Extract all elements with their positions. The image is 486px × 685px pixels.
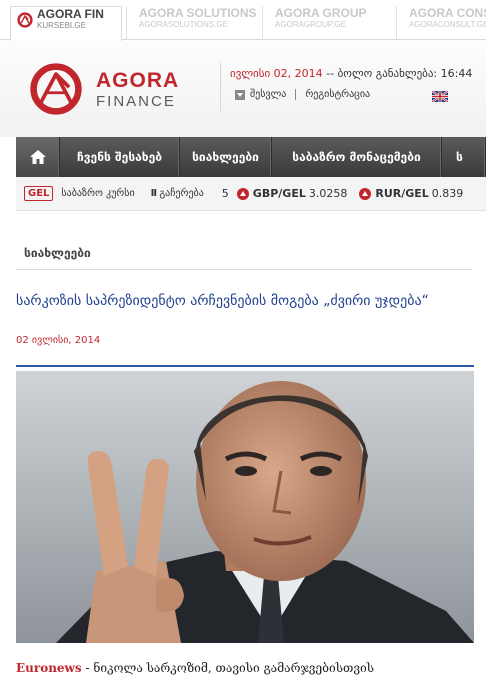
pause-label: გაჩერება xyxy=(159,188,204,199)
dropdown-icon[interactable] xyxy=(235,89,245,100)
rate-pair: GBP/GEL xyxy=(252,187,306,200)
nav-item-market-data[interactable]: საბაზრო მონაცემები xyxy=(272,137,442,177)
site-tab-name: AGORA CONSU xyxy=(409,6,486,20)
nav-item-more[interactable]: ს xyxy=(442,137,486,177)
pause-button[interactable]: II გაჩერება xyxy=(151,188,204,199)
site-tab-name: AGORA FIN xyxy=(37,7,104,21)
agora-logo-icon[interactable] xyxy=(28,61,84,117)
site-tab-name: AGORA GROUP xyxy=(275,6,367,20)
date-line: ივლისი 02, 2014 -- ბოლო განახლება: 16:44 xyxy=(230,67,472,80)
updated-time: 16:44 xyxy=(440,67,473,80)
uk-flag-icon[interactable] xyxy=(432,91,448,102)
rate-value: 0.839 xyxy=(431,187,464,200)
home-icon xyxy=(29,150,46,164)
nav-item-about[interactable]: ჩვენს შესახებ xyxy=(60,137,180,177)
sister-sites-bar: AGORA FIN KURSEBI.GE AGORA SOLUTIONS AGO… xyxy=(0,0,486,41)
article-date: 02 ივლისი, 2014 xyxy=(16,335,101,346)
site-header: AGORA FINANCE ივლისი 02, 2014 -- ბოლო გა… xyxy=(0,41,486,137)
article-body: Euronews - ნიკოლა სარკოზიმ, თავისი გამარ… xyxy=(16,658,472,678)
section-header: სიახლეები xyxy=(16,236,472,270)
login-link[interactable]: შესვლა xyxy=(250,89,286,100)
rates-title: საბაზრო კურსი xyxy=(61,188,135,199)
rate-value: 3.0258 xyxy=(308,187,348,200)
site-tab-agora-consult[interactable]: AGORA CONSU AGORACONSULT.GE xyxy=(396,6,486,40)
brand-name: AGORA xyxy=(96,69,180,92)
headline-rule xyxy=(16,365,474,367)
ticker-page-number: 5 xyxy=(221,187,229,200)
header-divider xyxy=(220,63,221,111)
current-date: ივლისი 02, 2014 xyxy=(230,67,323,80)
main-nav: ჩვენს შესახებ სიახლეები საბაზრო მონაცემე… xyxy=(16,137,486,177)
pause-icon: II xyxy=(150,188,158,199)
site-tab-name: AGORA SOLUTIONS xyxy=(139,6,257,20)
site-tab-url: KURSEBI.GE xyxy=(37,21,86,30)
separator xyxy=(295,89,297,100)
site-tab-agora-group[interactable]: AGORA GROUP AGORAGROUP.GE xyxy=(262,6,367,40)
site-tab-url: AGORACONSULT.GE xyxy=(409,20,486,29)
rate-pair: RUR/GEL xyxy=(375,187,429,200)
register-link[interactable]: რეგისტრაცია xyxy=(305,89,370,100)
currency-badge: GEL xyxy=(24,186,54,201)
nav-item-news[interactable]: სიახლეები xyxy=(180,137,272,177)
site-tab-url: AGORASOLUTIONS.GE xyxy=(139,20,228,29)
rate-up-icon xyxy=(359,187,372,200)
home-button[interactable] xyxy=(16,137,60,177)
rates-ticker: GEL საბაზრო კურსი II გაჩერება 5 GBP/GEL … xyxy=(16,177,486,211)
article-source[interactable]: Euronews xyxy=(16,661,82,675)
site-tab-agora-solutions[interactable]: AGORA SOLUTIONS AGORASOLUTIONS.GE xyxy=(126,6,257,40)
site-tab-agora-fin[interactable]: AGORA FIN KURSEBI.GE xyxy=(10,6,122,41)
article-photo xyxy=(16,371,474,643)
brand-subname: FINANCE xyxy=(96,93,176,110)
section-title: სიახლეები xyxy=(24,246,91,260)
site-tab-url: AGORAGROUP.GE xyxy=(275,20,346,29)
article-headline[interactable]: სარკოზის საპრეზიდენტო არჩევნების მოგება … xyxy=(16,290,446,312)
auth-links: შესვლა რეგისტრაცია xyxy=(235,89,370,100)
agora-mini-logo-icon xyxy=(17,12,33,28)
rate-up-icon xyxy=(236,187,249,200)
updated-label: -- ბოლო განახლება: xyxy=(326,67,438,80)
article-lead: - ნიკოლა სარკოზიმ, თავისი გამარჯვებისთვი… xyxy=(81,661,375,675)
